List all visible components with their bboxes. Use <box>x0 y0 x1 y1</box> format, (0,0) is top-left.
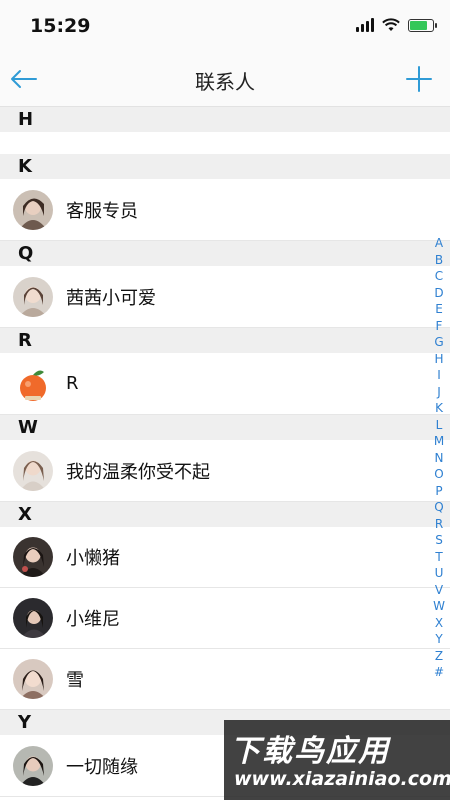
index-letter-b[interactable]: B <box>435 252 443 269</box>
section-gap <box>0 132 450 154</box>
index-letter-i[interactable]: I <box>437 367 441 384</box>
plus-icon <box>406 66 432 92</box>
index-letter-h[interactable]: H <box>434 351 443 368</box>
avatar <box>13 189 53 230</box>
index-letter-n[interactable]: N <box>435 450 444 467</box>
page-title: 联系人 <box>195 70 255 94</box>
avatar <box>13 659 53 699</box>
avatar <box>13 537 53 577</box>
contact-name: 小懒猪 <box>66 548 120 569</box>
contact-row[interactable]: R <box>0 353 450 415</box>
index-letter-m[interactable]: M <box>434 433 444 450</box>
contact-name: 小维尼 <box>66 609 120 630</box>
contact-row[interactable]: 客服专员 <box>0 179 450 241</box>
index-letter-f[interactable]: F <box>436 318 443 335</box>
status-bar: 15:29 <box>0 0 450 52</box>
index-letter-j[interactable]: J <box>437 384 441 401</box>
index-letter-q[interactable]: Q <box>434 499 443 516</box>
photo-girl-avatar-icon <box>13 450 53 491</box>
index-letter-z[interactable]: Z <box>435 648 443 665</box>
contact-row[interactable]: 小维尼 <box>0 588 450 649</box>
avatar <box>13 276 53 317</box>
index-letter-d[interactable]: D <box>434 285 443 302</box>
wifi-icon <box>382 18 400 31</box>
index-letter-t[interactable]: T <box>435 549 442 566</box>
index-letter-r[interactable]: R <box>435 516 443 533</box>
index-letter-g[interactable]: G <box>434 334 443 351</box>
contact-list[interactable]: H K 客服专员 Q 茜茜小可爱 R R W 我的温柔你受不起 X 小懒猪 小维… <box>0 107 450 800</box>
index-letter-o[interactable]: O <box>434 466 443 483</box>
avatar <box>13 598 53 638</box>
index-letter-p[interactable]: P <box>435 483 442 500</box>
alphabet-index-bar[interactable]: A B C D E F G H I J K L M N O P Q R S T … <box>432 235 446 681</box>
index-letter-hash[interactable]: # <box>434 664 444 681</box>
index-letter-s[interactable]: S <box>435 532 443 549</box>
index-letter-x[interactable]: X <box>435 615 443 632</box>
index-letter-k[interactable]: K <box>435 400 443 417</box>
cellular-signal-icon <box>356 18 374 32</box>
index-letter-v[interactable]: V <box>435 582 443 599</box>
watermark: 下载鸟应用 www.xiazainiao.com <box>224 720 450 800</box>
index-letter-c[interactable]: C <box>435 268 443 285</box>
orange-fruit-avatar-icon <box>13 363 53 404</box>
contact-name: 雪 <box>66 670 84 691</box>
photo-girl-avatar-icon <box>13 189 53 230</box>
index-letter-w[interactable]: W <box>433 598 445 615</box>
contact-row[interactable]: 茜茜小可爱 <box>0 266 450 328</box>
photo-girl-avatar-icon <box>13 537 53 577</box>
contact-name: 我的温柔你受不起 <box>66 461 210 483</box>
section-header-r: R <box>0 328 450 353</box>
photo-girl-avatar-icon <box>13 276 53 317</box>
index-letter-l[interactable]: L <box>436 417 443 434</box>
section-header-q: Q <box>0 241 450 266</box>
photo-girl-avatar-icon <box>13 598 53 638</box>
photo-girl-avatar-icon <box>13 745 53 786</box>
photo-girl-avatar-icon <box>13 659 53 699</box>
contact-row[interactable]: 我的温柔你受不起 <box>0 440 450 502</box>
watermark-title: 下载鸟应用 <box>230 734 390 769</box>
contact-row[interactable]: 雪 <box>0 649 450 710</box>
contact-name: 客服专员 <box>66 200 138 222</box>
index-letter-y[interactable]: Y <box>435 631 442 648</box>
contact-name: 一切随缘 <box>66 756 138 778</box>
battery-icon <box>408 18 437 32</box>
avatar <box>13 450 53 491</box>
index-letter-e[interactable]: E <box>435 301 443 318</box>
section-header-k: K <box>0 154 450 179</box>
contact-row[interactable]: 小懒猪 <box>0 527 450 588</box>
contact-name: 茜茜小可爱 <box>66 287 156 309</box>
section-header-h: H <box>0 107 450 132</box>
section-header-w: W <box>0 415 450 440</box>
avatar <box>13 363 53 404</box>
index-letter-u[interactable]: U <box>435 565 444 582</box>
contact-name: R <box>66 373 79 394</box>
add-contact-button[interactable] <box>402 62 436 96</box>
nav-bar: 联系人 <box>0 52 450 107</box>
status-time: 15:29 <box>30 15 91 37</box>
watermark-url: www.xiazainiao.com <box>234 768 450 790</box>
index-letter-a[interactable]: A <box>435 235 443 252</box>
avatar <box>13 745 53 786</box>
status-icons <box>356 18 437 32</box>
section-header-x: X <box>0 502 450 527</box>
